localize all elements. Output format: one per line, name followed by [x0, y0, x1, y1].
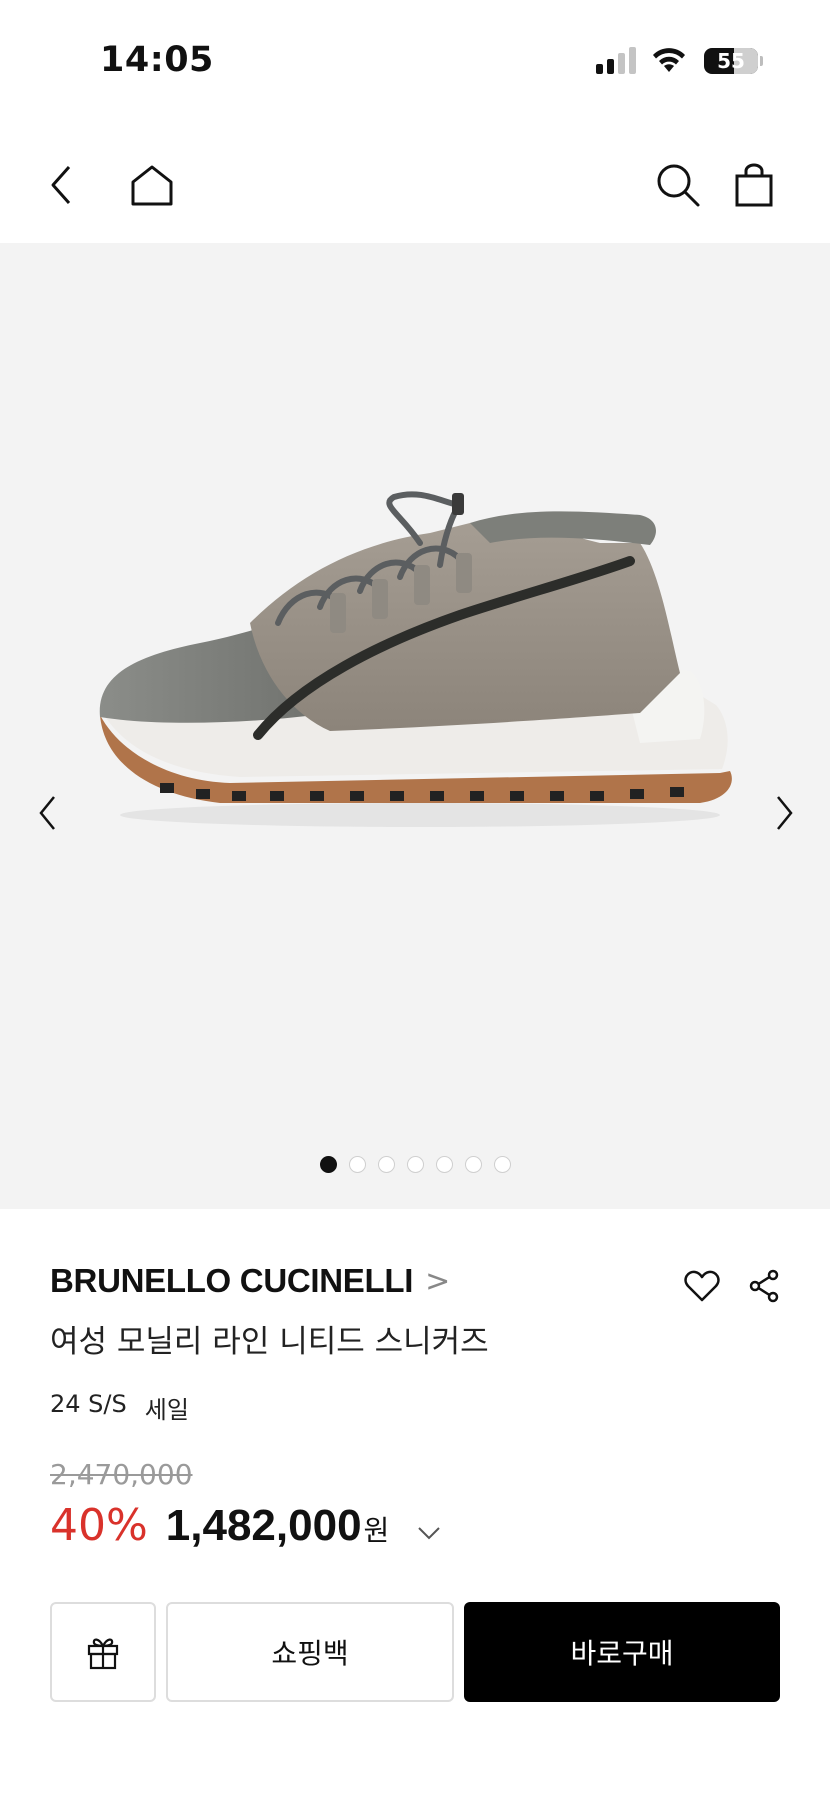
product-tags: 24 S/S 세일 [50, 1390, 189, 1425]
price-details-toggle[interactable] [414, 1518, 444, 1548]
share-button[interactable] [744, 1266, 784, 1306]
pagination-dot[interactable] [319, 1156, 337, 1173]
home-icon [131, 165, 173, 206]
chevron-down-icon [418, 1527, 440, 1540]
add-to-bag-button[interactable]: 쇼핑백 [166, 1602, 454, 1702]
heart-icon [684, 1270, 720, 1302]
pagination-dot[interactable] [464, 1156, 482, 1173]
chevron-right-icon: > [425, 1263, 451, 1299]
currency-unit: 원 [363, 1514, 390, 1547]
home-button[interactable] [120, 140, 184, 230]
battery-cap [760, 56, 763, 66]
pagination-dot[interactable] [377, 1156, 395, 1173]
search-button[interactable] [646, 140, 710, 230]
discount-rate: 40% [50, 1500, 148, 1551]
status-time: 14:05 [100, 40, 214, 80]
previous-image-button[interactable] [28, 783, 68, 843]
gift-icon [87, 1638, 119, 1670]
cellular-signal-icon [596, 46, 636, 74]
back-icon [51, 166, 71, 204]
top-navigation [0, 140, 830, 230]
chevron-left-icon [39, 796, 55, 830]
pagination-dot[interactable] [493, 1156, 511, 1173]
gallery-pagination [0, 1156, 830, 1173]
chevron-right-icon [777, 796, 793, 830]
buy-now-button[interactable]: 바로구매 [464, 1602, 780, 1702]
shopping-bag-icon [735, 163, 773, 207]
pagination-dot[interactable] [406, 1156, 424, 1173]
battery-level: 55 [717, 49, 745, 73]
sale-price: 1,482,000 [165, 1501, 362, 1550]
wifi-icon [653, 48, 685, 72]
wishlist-button[interactable] [682, 1266, 722, 1306]
search-icon [657, 164, 700, 207]
brand-name: BRUNELLO CUCINELLI [50, 1262, 414, 1299]
season-tag: 24 S/S [50, 1390, 127, 1418]
share-icon [749, 1269, 779, 1303]
price-row: 40% 1,482,000 원 [50, 1500, 389, 1551]
status-bar: 14:05 55 [0, 0, 830, 120]
sale-tag: 세일 [144, 1396, 189, 1424]
pagination-dot[interactable] [348, 1156, 366, 1173]
back-button[interactable] [30, 140, 94, 230]
shopping-bag-button[interactable] [722, 140, 786, 230]
product-image [99, 491, 732, 827]
product-actions [682, 1266, 784, 1306]
product-image-gallery[interactable] [0, 243, 830, 1209]
gift-button[interactable] [50, 1602, 156, 1702]
original-price: 2,470,000 [50, 1458, 193, 1491]
brand-link[interactable]: BRUNELLO CUCINELLI > [50, 1262, 450, 1300]
next-image-button[interactable] [764, 783, 804, 843]
pagination-dot[interactable] [435, 1156, 453, 1173]
product-name: 여성 모닐리 라인 니티드 스니커즈 [50, 1324, 489, 1360]
battery-icon: 55 [704, 48, 758, 74]
